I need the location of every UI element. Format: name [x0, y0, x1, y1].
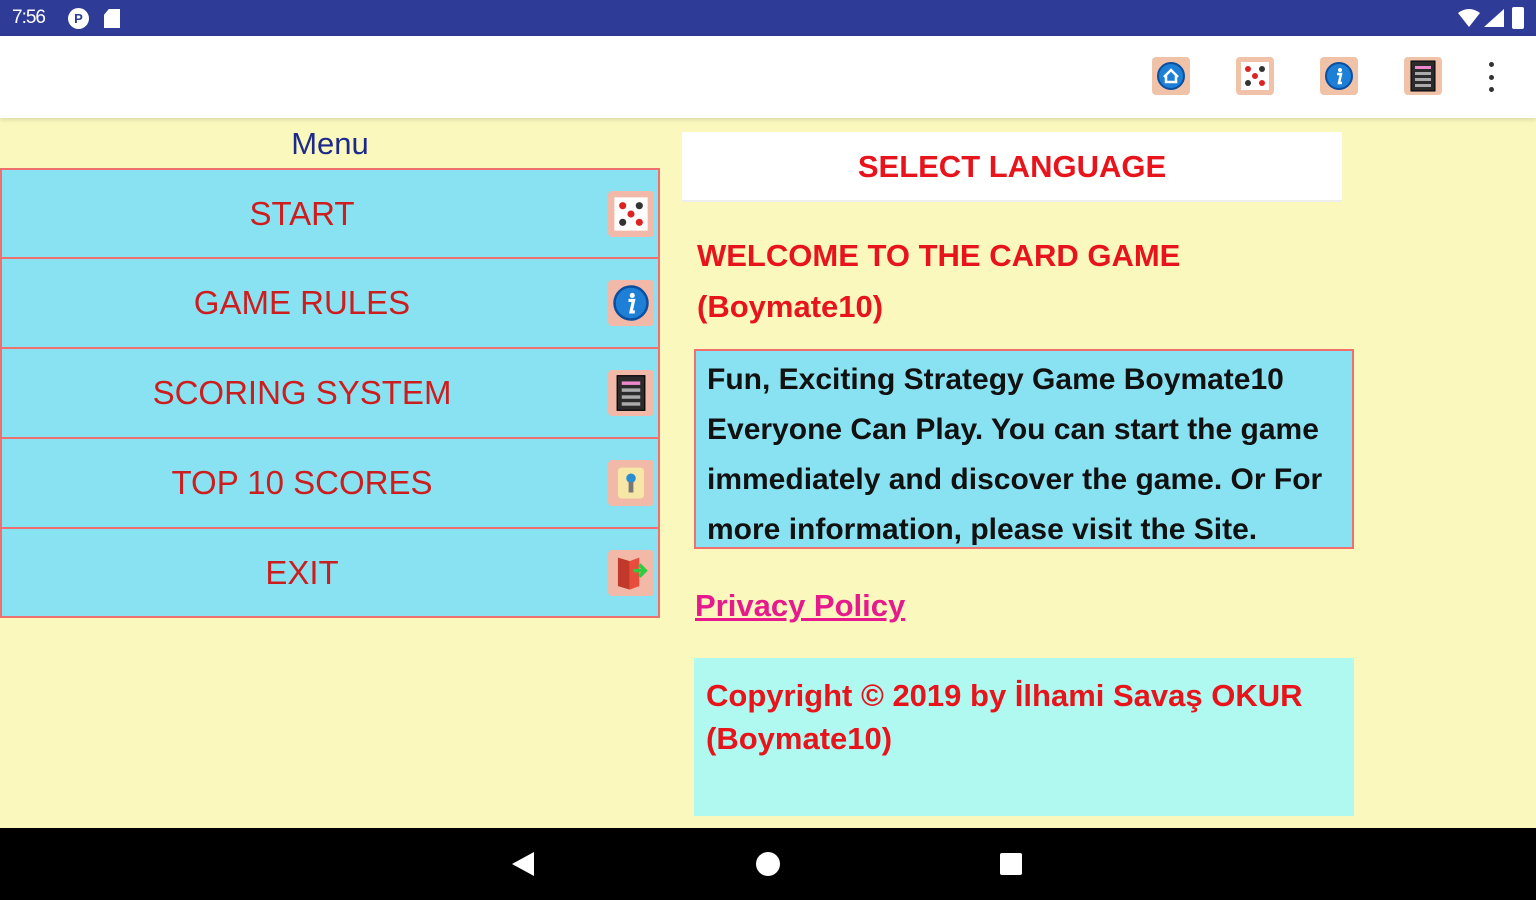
- trophy-icon: [608, 460, 654, 506]
- description-line-4: more information, please visit the Site.: [707, 513, 1258, 546]
- home-circle-icon[interactable]: [756, 852, 780, 876]
- menu-item-label: GAME RULES: [193, 284, 411, 321]
- system-nav-bar: [0, 828, 1536, 900]
- cards-icon[interactable]: [1236, 57, 1274, 95]
- description-line-2: Everyone Can Play. You can start the gam…: [707, 413, 1319, 446]
- back-icon[interactable]: [512, 852, 534, 876]
- app-toolbar: [0, 36, 1536, 118]
- menu-item-label: SCORING SYSTEM: [152, 374, 452, 411]
- welcome-line-1: WELCOME TO THE CARD GAME: [697, 238, 1181, 273]
- info-icon: [608, 280, 654, 326]
- signal-icon: [1484, 9, 1504, 27]
- menu-item-label: TOP 10 SCORES: [171, 464, 433, 501]
- notification-p-icon: P: [68, 8, 89, 29]
- copyright-notice: Copyright © 2019 by İlhami Savaş OKUR (B…: [694, 658, 1354, 816]
- menu-item-exit[interactable]: EXIT: [0, 528, 660, 618]
- game-description: Fun, Exciting Strategy Game Boymate10 Ev…: [694, 349, 1354, 549]
- description-line-1: Fun, Exciting Strategy Game Boymate10: [707, 363, 1284, 396]
- copyright-line-2: (Boymate10): [706, 721, 893, 756]
- welcome-heading: WELCOME TO THE CARD GAME (Boymate10): [697, 230, 1337, 332]
- copyright-line-1: Copyright © 2019 by İlhami Savaş OKUR: [706, 678, 1303, 713]
- info-icon[interactable]: [1320, 57, 1358, 95]
- main-menu: START GAME RULES SCORING SYSTEM TOP 10 S…: [0, 168, 660, 618]
- recent-apps-icon[interactable]: [1000, 853, 1022, 875]
- status-bar: 7:56 P: [0, 0, 1536, 36]
- exit-door-icon: [608, 550, 654, 596]
- battery-icon: [1512, 7, 1524, 29]
- menu-title: Menu: [291, 126, 369, 161]
- sd-card-icon: [104, 9, 120, 28]
- menu-item-start[interactable]: START: [0, 168, 660, 258]
- status-time: 7:56: [12, 7, 46, 28]
- welcome-line-2: (Boymate10): [697, 289, 884, 324]
- privacy-policy-link[interactable]: Privacy Policy: [695, 588, 905, 624]
- menu-item-scoring-system[interactable]: SCORING SYSTEM: [0, 348, 660, 438]
- more-vert-icon[interactable]: [1484, 62, 1498, 92]
- description-line-3: immediately and discover the game. Or Fo…: [707, 463, 1323, 496]
- menu-item-label: EXIT: [265, 554, 339, 591]
- wifi-icon: [1458, 9, 1480, 27]
- menu-item-top-10-scores[interactable]: TOP 10 SCORES: [0, 438, 660, 528]
- scoreboard-icon[interactable]: [1404, 57, 1442, 95]
- cards-icon: [608, 191, 654, 237]
- menu-item-game-rules[interactable]: GAME RULES: [0, 258, 660, 348]
- select-language-button[interactable]: SELECT LANGUAGE: [682, 132, 1342, 202]
- menu-item-label: START: [249, 195, 355, 232]
- home-icon[interactable]: [1152, 57, 1190, 95]
- scoreboard-icon: [608, 370, 654, 416]
